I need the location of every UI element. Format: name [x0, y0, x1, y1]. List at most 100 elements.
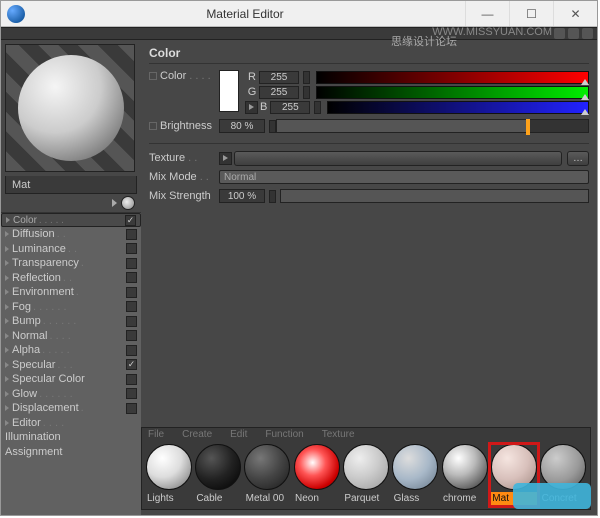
- r-value[interactable]: 255: [259, 71, 299, 84]
- thumb-label: Glass: [392, 492, 439, 506]
- color-label: Color. . . .: [149, 70, 219, 82]
- r-slider[interactable]: [316, 71, 589, 84]
- expand-icon: [5, 333, 9, 339]
- brightness-spinner[interactable]: [269, 120, 276, 133]
- color-expand-icon[interactable]: [245, 101, 258, 114]
- texture-browse-button[interactable]: …: [567, 151, 589, 166]
- material-preview[interactable]: [5, 44, 135, 172]
- minimize-button[interactable]: —: [465, 1, 509, 26]
- channel-specular[interactable]: Specular. . .: [1, 358, 141, 373]
- channel-displacement[interactable]: Displacement.: [1, 401, 141, 416]
- menu-file[interactable]: File: [148, 429, 164, 441]
- channel-checkbox[interactable]: [126, 243, 137, 254]
- menu-texture[interactable]: Texture: [322, 429, 355, 441]
- close-button[interactable]: ✕: [553, 1, 597, 26]
- channel-checkbox[interactable]: [126, 403, 137, 414]
- target-icon[interactable]: [121, 196, 135, 210]
- channel-color[interactable]: Color. . . . .: [1, 213, 141, 227]
- thumb-metal-00[interactable]: Metal 00: [244, 444, 291, 506]
- maximize-button[interactable]: ☐: [509, 1, 553, 26]
- expand-icon: [6, 217, 10, 223]
- thumb-glass[interactable]: Glass: [392, 444, 439, 506]
- material-name-field[interactable]: Mat: [5, 176, 137, 194]
- expand-icon: [5, 246, 9, 252]
- channel-diffusion[interactable]: Diffusion. .: [1, 227, 141, 242]
- channel-illumination[interactable]: Illumination: [1, 430, 141, 445]
- color-swatch[interactable]: [219, 70, 239, 112]
- g-value[interactable]: 255: [259, 86, 299, 99]
- expand-icon: [5, 318, 9, 324]
- watermark-en: WWW.MISSYUAN.COM: [432, 26, 552, 38]
- channel-glow[interactable]: Glow. . . . . .: [1, 387, 141, 402]
- texture-menu-icon[interactable]: [219, 152, 232, 165]
- menu-function[interactable]: Function: [265, 429, 303, 441]
- channel-checkbox[interactable]: [126, 359, 137, 370]
- mixstrength-value[interactable]: 100 %: [219, 189, 265, 203]
- r-spinner[interactable]: [303, 71, 310, 84]
- g-slider[interactable]: [316, 86, 589, 99]
- channel-checkbox[interactable]: [126, 316, 137, 327]
- channel-checkbox[interactable]: [126, 272, 137, 283]
- channel-environment[interactable]: Environment.: [1, 285, 141, 300]
- channel-checkbox[interactable]: [126, 301, 137, 312]
- b-label: B: [260, 101, 267, 113]
- channel-checkbox[interactable]: [126, 374, 137, 385]
- titlebar[interactable]: Material Editor — ☐ ✕: [1, 1, 597, 27]
- window-title: Material Editor: [25, 7, 465, 21]
- channel-checkbox[interactable]: [126, 330, 137, 341]
- mixmode-select[interactable]: Normal: [219, 170, 589, 184]
- expand-icon: [5, 376, 9, 382]
- material-controls: [1, 194, 141, 212]
- channel-checkbox[interactable]: [126, 258, 137, 269]
- b-slider[interactable]: [327, 101, 589, 114]
- menu-icon[interactable]: [582, 28, 593, 39]
- menu-edit[interactable]: Edit: [230, 429, 247, 441]
- thumb-cable[interactable]: Cable: [194, 444, 241, 506]
- texture-slot[interactable]: [234, 151, 562, 166]
- brightness-slider[interactable]: [276, 119, 589, 133]
- thumb-label: Lights: [145, 492, 192, 506]
- mixmode-label: Mix Mode. .: [149, 171, 219, 183]
- color-row: Color. . . . R 255 G 255: [149, 70, 589, 115]
- channel-luminance[interactable]: Luminance. .: [1, 242, 141, 257]
- menu-create[interactable]: Create: [182, 429, 212, 441]
- b-spinner[interactable]: [314, 101, 321, 114]
- thumb-lights[interactable]: Lights: [145, 444, 192, 506]
- channel-checkbox[interactable]: [126, 345, 137, 356]
- expand-icon: [5, 391, 9, 397]
- channel-bump[interactable]: Bump. . . . . .: [1, 314, 141, 329]
- brightness-value[interactable]: 80 %: [219, 119, 265, 133]
- channel-reflection[interactable]: Reflection. .: [1, 271, 141, 286]
- lock-icon[interactable]: [554, 28, 565, 39]
- channel-transparency[interactable]: Transparency.: [1, 256, 141, 271]
- mixstrength-spinner[interactable]: [269, 190, 276, 203]
- channel-fog[interactable]: Fog. . . . . .: [1, 300, 141, 315]
- preview-sphere: [18, 55, 124, 161]
- channel-alpha[interactable]: Alpha. . . . .: [1, 343, 141, 358]
- mixstrength-label: Mix Strength: [149, 190, 219, 202]
- expand-icon: [5, 362, 9, 368]
- thumb-label: Neon: [293, 492, 340, 506]
- thumb-chrome[interactable]: chrome: [441, 444, 488, 506]
- tool-icon[interactable]: [568, 28, 579, 39]
- thumb-sphere: [146, 444, 192, 490]
- r-label: R: [245, 71, 259, 83]
- mixstrength-slider[interactable]: [280, 189, 589, 203]
- b-value[interactable]: 255: [270, 101, 310, 114]
- channel-checkbox[interactable]: [126, 388, 137, 399]
- g-spinner[interactable]: [303, 86, 310, 99]
- channel-normal[interactable]: Normal. . . .: [1, 329, 141, 344]
- channel-specular-color[interactable]: Specular Color: [1, 372, 141, 387]
- channel-checkbox[interactable]: [126, 229, 137, 240]
- channel-checkbox[interactable]: [126, 287, 137, 298]
- thumb-label: Parquet: [342, 492, 389, 506]
- thumb-parquet[interactable]: Parquet: [342, 444, 389, 506]
- thumb-neon[interactable]: Neon: [293, 444, 340, 506]
- expand-icon: [5, 347, 9, 353]
- channel-editor[interactable]: Editor. . . .: [1, 416, 141, 431]
- channel-assignment[interactable]: Assignment: [1, 445, 141, 460]
- play-icon[interactable]: [112, 199, 117, 207]
- expand-icon: [5, 304, 9, 310]
- channel-list: Color. . . . . Diffusion. . Luminance. .…: [1, 212, 141, 515]
- channel-checkbox[interactable]: [125, 215, 136, 226]
